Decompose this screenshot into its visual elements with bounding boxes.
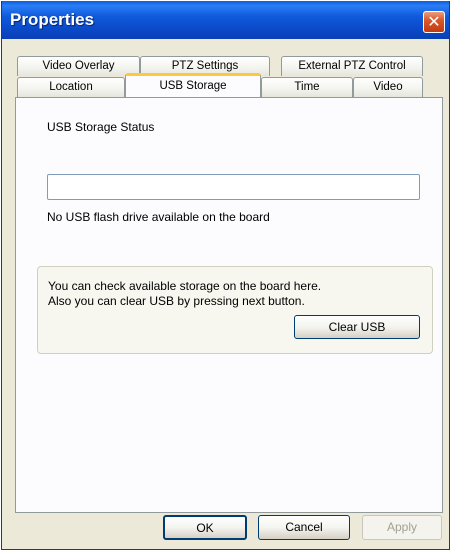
tab-external-ptz-control[interactable]: External PTZ Control [281,56,423,76]
usb-status-heading: USB Storage Status [47,120,155,134]
clear-usb-button[interactable]: Clear USB [294,315,420,339]
info-line-1: You can check available storage on the b… [48,279,322,293]
usb-status-field [47,174,420,200]
info-line-2: Also you can clear USB by pressing next … [48,294,305,308]
tab-video-overlay[interactable]: Video Overlay [17,56,140,76]
tab-video[interactable]: Video [353,77,423,97]
ok-button[interactable]: OK [163,515,247,540]
tab-time[interactable]: Time [261,77,353,97]
usb-info-group: You can check available storage on the b… [37,266,433,354]
cancel-button[interactable]: Cancel [258,515,350,540]
window-title: Properties [10,10,95,29]
close-icon[interactable]: ✕ [423,11,445,33]
properties-dialog: Properties ✕ Video Overlay PTZ Settings … [1,1,450,550]
apply-button[interactable]: Apply [362,515,442,540]
tab-location[interactable]: Location [17,77,125,97]
title-bar[interactable]: Properties ✕ [2,1,449,39]
usb-storage-panel: USB Storage Status No USB flash drive av… [15,97,443,513]
tab-usb-storage[interactable]: USB Storage [125,73,261,97]
usb-status-message: No USB flash drive available on the boar… [47,210,270,224]
